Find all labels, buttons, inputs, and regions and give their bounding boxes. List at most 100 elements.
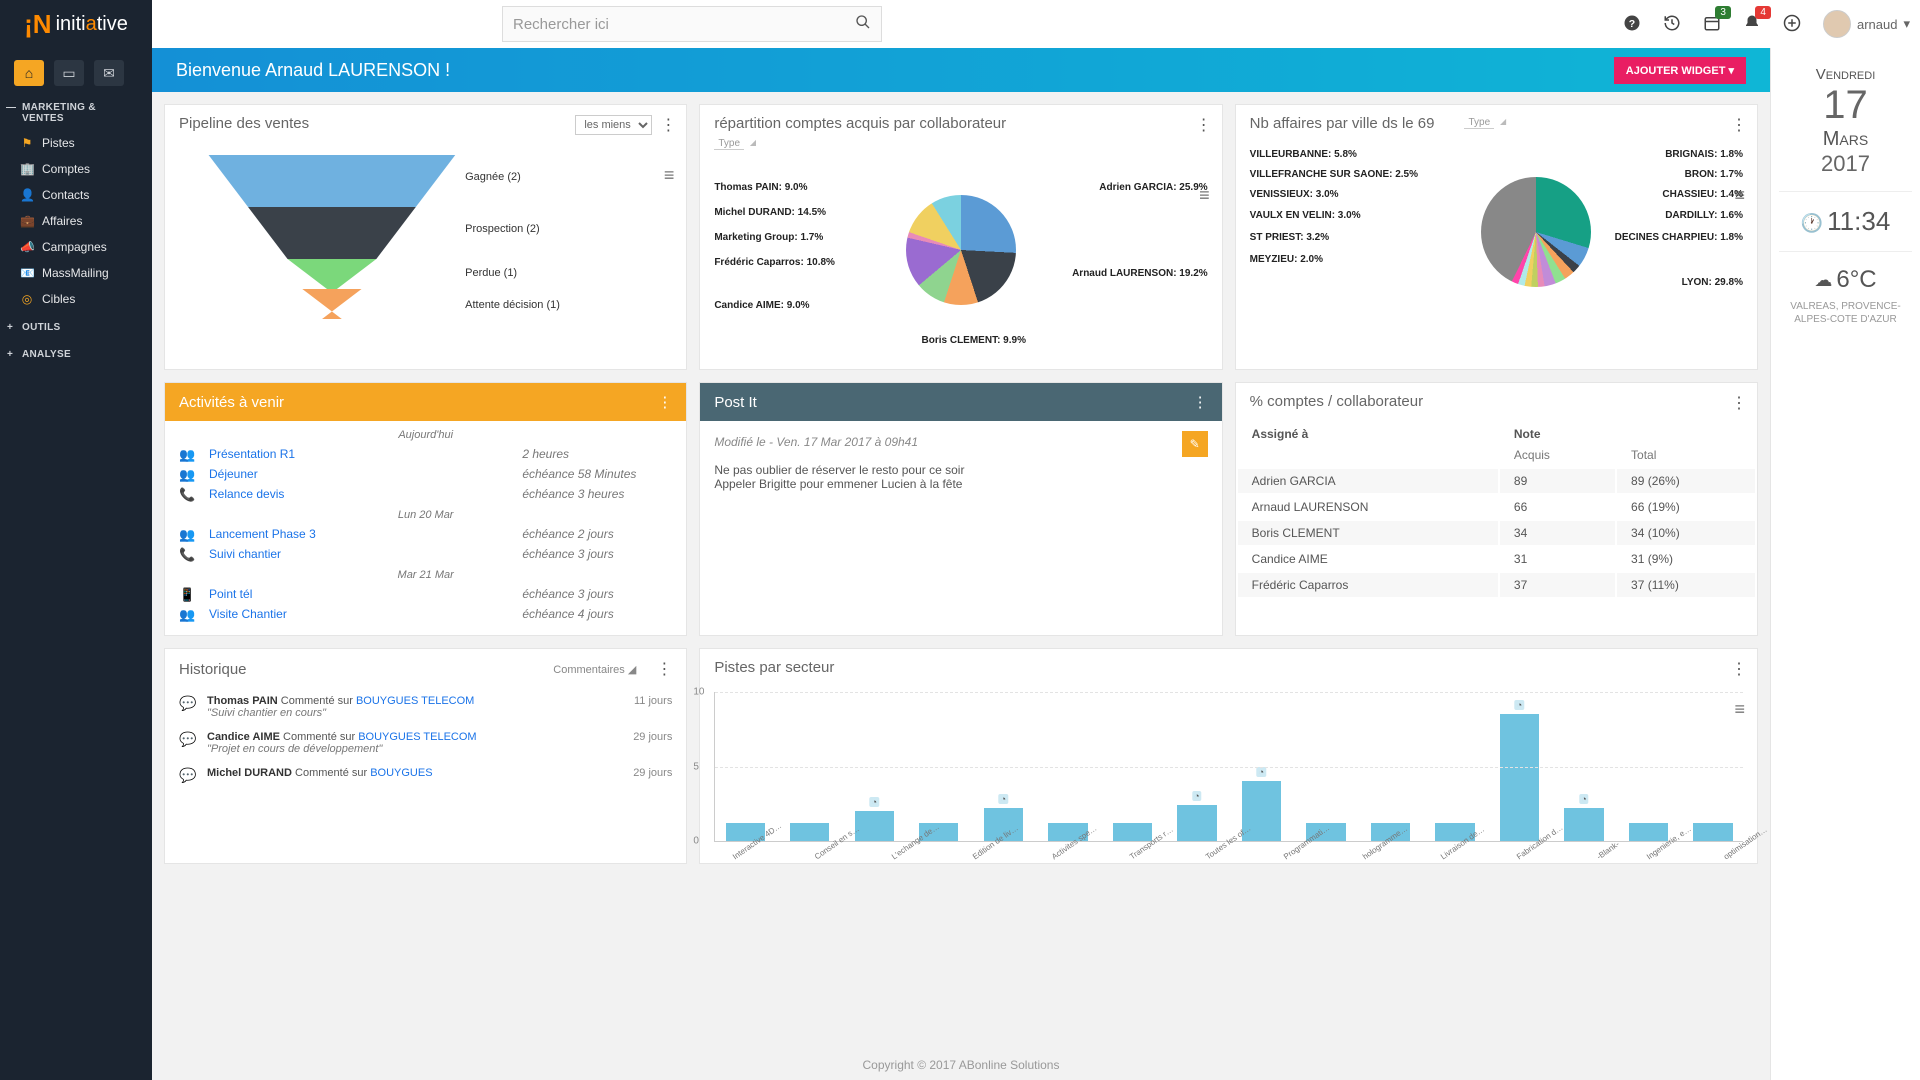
bar[interactable]: ◔	[855, 811, 894, 841]
collab-title: % comptes / collaborateur	[1250, 393, 1423, 410]
type-selector[interactable]: Type	[1464, 115, 1494, 129]
sidebar-item-icon: 📣	[20, 240, 34, 254]
sidebar-item-icon: 📧	[20, 266, 34, 280]
activity-due: échéance 4 jours	[522, 607, 672, 621]
location: VALREAS, PROVENCE-ALPES-COTE D'AZUR	[1779, 300, 1912, 326]
sidebar-item[interactable]: 👤Contacts	[0, 182, 152, 208]
type-selector[interactable]: Type	[714, 136, 744, 150]
pie-label: BRON: 1.7%	[1685, 169, 1743, 180]
bar[interactable]: ◔	[1564, 808, 1603, 841]
widget-menu-icon[interactable]: ⋮	[657, 393, 672, 411]
history-row[interactable]: 💬Michel DURAND Commenté sur BOUYGUES29 j…	[165, 761, 686, 790]
activity-link[interactable]: Point tél	[209, 587, 508, 601]
pie-label: DARDILLY: 1.6%	[1665, 210, 1743, 221]
pie-chart	[1481, 177, 1591, 287]
activity-row[interactable]: 👥Déjeuneréchéance 58 Minutes	[165, 465, 686, 485]
widget-menu-icon[interactable]: ⋮	[1731, 115, 1747, 135]
table-row[interactable]: Candice AIME3131 (9%)	[1238, 547, 1755, 571]
history-row[interactable]: 💬Thomas PAIN Commenté sur BOUYGUES TELEC…	[165, 689, 686, 725]
activity-type-icon: 👥	[179, 527, 195, 543]
table-row[interactable]: Boris CLEMENT3434 (10%)	[1238, 521, 1755, 545]
activity-link[interactable]: Relance devis	[209, 487, 508, 501]
history-row[interactable]: 💬Candice AIME Commenté sur BOUYGUES TELE…	[165, 725, 686, 761]
pie-label: Marketing Group: 1.7%	[714, 232, 823, 243]
activity-link[interactable]: Visite Chantier	[209, 607, 508, 621]
global-search[interactable]	[502, 6, 882, 42]
activity-date: Lun 20 Mar	[165, 505, 686, 525]
table-row[interactable]: Frédéric Caparros3737 (11%)	[1238, 573, 1755, 597]
search-input[interactable]	[513, 16, 855, 33]
history-ago: 11 jours	[634, 695, 672, 719]
bar-cap: ◔	[1579, 794, 1588, 804]
sidebar-item-label: MassMailing	[42, 266, 109, 280]
activities-title: Activités à venir	[179, 394, 284, 411]
activity-row[interactable]: 📞Relance deviséchéance 3 heures	[165, 485, 686, 505]
sidebar-group-analyse[interactable]: ANALYSE	[0, 339, 152, 366]
bar[interactable]	[790, 823, 829, 841]
add-widget-button[interactable]: AJOUTER WIDGET	[1614, 57, 1746, 84]
activity-type-icon: 📱	[179, 587, 195, 603]
activity-type-icon: 📞	[179, 547, 195, 563]
sidebar-item-icon: 💼	[20, 214, 34, 228]
sidebar-item[interactable]: ◎Cibles	[0, 286, 152, 312]
user-name: arnaud	[1857, 17, 1897, 32]
widget-menu-icon[interactable]: ⋮	[1731, 659, 1747, 679]
table-row[interactable]: Arnaud LAURENSON6666 (19%)	[1238, 495, 1755, 519]
bar[interactable]: ◔	[1500, 714, 1539, 841]
widget-menu-icon[interactable]: ⋮	[660, 115, 676, 135]
widget-menu-icon[interactable]: ⋮	[1731, 393, 1747, 413]
sidebar-item-icon: ◎	[20, 292, 34, 306]
funnel-label: Prospection (2)	[465, 223, 540, 235]
funnel-stage	[179, 259, 672, 289]
bar[interactable]	[1693, 823, 1732, 841]
search-icon[interactable]	[855, 14, 871, 35]
widget-menu-icon[interactable]: ⋮	[1196, 115, 1212, 135]
sidebar-item-icon: 👤	[20, 188, 34, 202]
help-icon[interactable]: ?	[1623, 14, 1641, 35]
activity-row[interactable]: 📱Point téléchéance 3 jours	[165, 585, 686, 605]
nav-mail-icon[interactable]: ✉	[94, 60, 124, 86]
table-row[interactable]: Adrien GARCIA8989 (26%)	[1238, 469, 1755, 493]
sidebar-group-outils[interactable]: OUTILS	[0, 312, 152, 339]
add-icon[interactable]	[1783, 14, 1801, 35]
hist-filter[interactable]: Commentaires ◢	[553, 663, 636, 676]
postit-title: Post It	[714, 394, 757, 411]
sidebar-item-label: Pistes	[42, 136, 75, 150]
activity-date: Mar 21 Mar	[165, 565, 686, 585]
bar[interactable]	[1113, 823, 1152, 841]
sidebar-item-label: Affaires	[42, 214, 82, 228]
pie-label: BRIGNAIS: 1.8%	[1665, 149, 1743, 160]
pipeline-filter[interactable]: les miens	[575, 115, 652, 135]
activity-row[interactable]: 👥Présentation R12 heures	[165, 445, 686, 465]
user-menu[interactable]: arnaud ▾	[1823, 10, 1910, 38]
activity-link[interactable]: Présentation R1	[209, 447, 508, 461]
widget-menu-icon[interactable]: ⋮	[1193, 393, 1208, 411]
pie-label: CHASSIEU: 1.4%	[1662, 189, 1743, 200]
bar[interactable]: ◔	[1177, 805, 1216, 841]
activity-row[interactable]: 👥Lancement Phase 3échéance 2 jours	[165, 525, 686, 545]
bar[interactable]	[1629, 823, 1668, 841]
activity-due: échéance 58 Minutes	[522, 467, 672, 481]
sidebar-item[interactable]: 💼 Affaires	[0, 208, 152, 234]
sidebar-item[interactable]: 🏢Comptes	[0, 156, 152, 182]
brand-logo[interactable]: ¡N initiative	[0, 0, 152, 48]
sidebar-item-icon: ⚑	[20, 136, 34, 150]
bell-icon[interactable]: 4	[1743, 14, 1761, 35]
sidebar-item[interactable]: ⚑ Pistes	[0, 130, 152, 156]
activity-link[interactable]: Suivi chantier	[209, 547, 508, 561]
postit-line: Ne pas oublier de réserver le resto pour…	[714, 463, 1207, 477]
activity-row[interactable]: 👥Visite Chantieréchéance 4 jours	[165, 605, 686, 625]
history-icon[interactable]	[1663, 14, 1681, 35]
edit-button[interactable]: ✎	[1182, 431, 1208, 457]
calendar-icon[interactable]: 3	[1703, 14, 1721, 35]
activity-row[interactable]: 📞Suivi chantieréchéance 3 jours	[165, 545, 686, 565]
activity-link[interactable]: Lancement Phase 3	[209, 527, 508, 541]
sidebar-item[interactable]: 📣Campagnes	[0, 234, 152, 260]
funnel-label: Perdue (1)	[465, 267, 517, 279]
nav-home-icon[interactable]: ⌂	[14, 60, 44, 86]
widget-menu-icon[interactable]: ⋮	[656, 659, 672, 679]
sidebar-group-marketing[interactable]: MARKETING & VENTES	[0, 92, 152, 130]
activity-link[interactable]: Déjeuner	[209, 467, 508, 481]
sidebar-item[interactable]: 📧 MassMailing	[0, 260, 152, 286]
nav-calendar-icon[interactable]: ▭	[54, 60, 84, 86]
